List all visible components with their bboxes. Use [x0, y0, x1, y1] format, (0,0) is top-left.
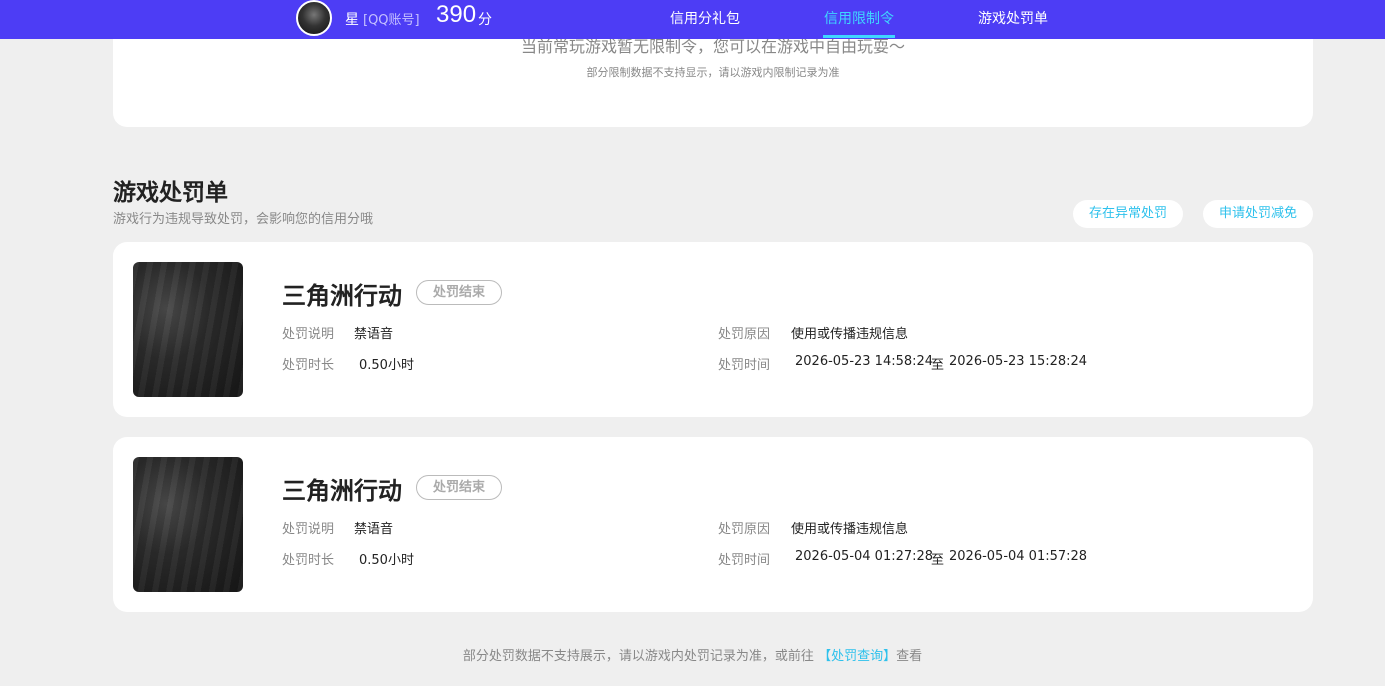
duration-value: 0.50小时 — [359, 553, 414, 568]
desc-value: 禁语音 — [354, 327, 394, 342]
reason-value: 使用或传播违规信息 — [791, 522, 909, 537]
tab-credit-gift[interactable]: 信用分礼包 — [670, 8, 740, 28]
game-name: 三角洲行动 — [282, 477, 402, 505]
top-nav-bar: 星 [QQ账号] 390 分 信用分礼包 信用限制令 游戏处罚单 — [0, 0, 1385, 39]
time-separator: 至 — [931, 358, 945, 373]
status-badge: 处罚结束 — [416, 280, 502, 305]
time-separator: 至 — [931, 553, 945, 568]
reason-value: 使用或传播违规信息 — [791, 327, 909, 342]
desc-value: 禁语音 — [354, 522, 394, 537]
desc-label: 处罚说明 — [282, 327, 335, 342]
footer-note: 部分处罚数据不支持展示，请以游戏内处罚记录为准，或前往 【处罚查询】查看 — [0, 645, 1385, 664]
penalty-query-link[interactable]: 【处罚查询】 — [818, 649, 896, 664]
time-start: 2026-05-23 14:58:24 — [795, 354, 934, 369]
penalty-card: 三角洲行动 处罚结束 处罚说明 禁语音 处罚时长 0.50小时 处罚原因 使用或… — [113, 242, 1313, 417]
game-cover-image — [133, 262, 243, 397]
section-title: 游戏处罚单 — [113, 180, 228, 206]
user-name: 星 — [345, 12, 359, 28]
desc-label: 处罚说明 — [282, 522, 335, 537]
tab-game-penalty[interactable]: 游戏处罚单 — [978, 8, 1048, 28]
status-badge: 处罚结束 — [416, 475, 502, 500]
game-cover-image — [133, 457, 243, 592]
account-type: [QQ账号] — [363, 13, 420, 28]
credit-score-unit: 分 — [478, 12, 492, 28]
time-label: 处罚时间 — [718, 553, 771, 568]
footer-text-end: 查看 — [896, 649, 923, 664]
duration-label: 处罚时长 — [282, 553, 335, 568]
time-end: 2026-05-04 01:57:28 — [949, 549, 1088, 564]
avatar[interactable] — [296, 0, 332, 36]
reason-label: 处罚原因 — [718, 522, 771, 537]
penalty-card: 三角洲行动 处罚结束 处罚说明 禁语音 处罚时长 0.50小时 处罚原因 使用或… — [113, 437, 1313, 612]
restriction-note: 部分限制数据不支持显示，请以游戏内限制记录为准 — [586, 66, 840, 79]
section-subtitle: 游戏行为违规导致处罚，会影响您的信用分哦 — [113, 212, 374, 227]
duration-label: 处罚时长 — [282, 358, 335, 373]
credit-score: 390 — [436, 1, 477, 28]
apply-reduction-button[interactable]: 申请处罚减免 — [1203, 200, 1313, 228]
time-start: 2026-05-04 01:27:28 — [795, 549, 934, 564]
time-label: 处罚时间 — [718, 358, 771, 373]
abnormal-penalty-button[interactable]: 存在异常处罚 — [1073, 200, 1183, 228]
active-tab-indicator — [823, 35, 895, 38]
duration-value: 0.50小时 — [359, 358, 414, 373]
reason-label: 处罚原因 — [718, 327, 771, 342]
tab-credit-restriction[interactable]: 信用限制令 — [824, 8, 894, 28]
footer-text: 部分处罚数据不支持展示，请以游戏内处罚记录为准，或前往 — [462, 649, 814, 664]
time-end: 2026-05-23 15:28:24 — [949, 354, 1088, 369]
game-name: 三角洲行动 — [282, 282, 402, 310]
